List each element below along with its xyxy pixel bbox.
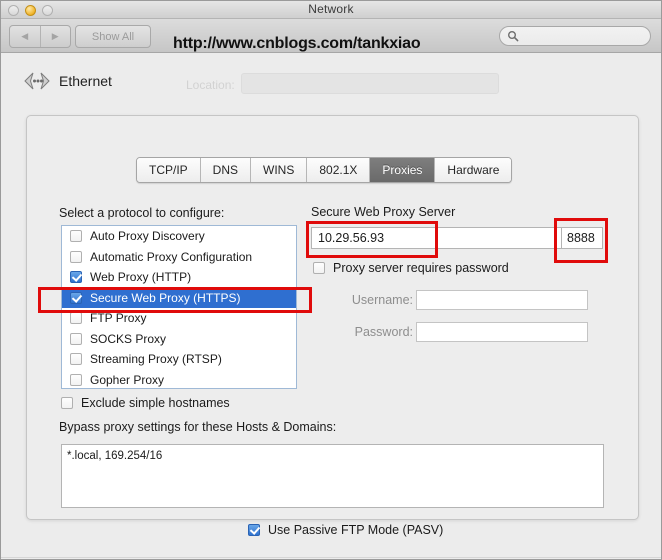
checkbox-gopher-proxy[interactable] xyxy=(70,373,82,386)
service-header: Ethernet xyxy=(23,71,112,91)
passive-ftp-label: Use Passive FTP Mode (PASV) xyxy=(268,523,444,537)
checkbox-streaming-proxy-rtsp[interactable] xyxy=(70,353,82,366)
ghost-location-value: Automatic xyxy=(249,78,303,92)
protocol-row-secure-web-proxy-https[interactable]: Secure Web Proxy (HTTPS) xyxy=(62,287,296,308)
proxy-server-heading: Secure Web Proxy Server xyxy=(311,205,456,219)
checkbox-ftp-proxy[interactable] xyxy=(70,312,82,325)
passive-ftp-row[interactable]: Use Passive FTP Mode (PASV) xyxy=(248,523,443,537)
protocol-label: Streaming Proxy (RTSP) xyxy=(90,352,222,367)
protocol-row-auto-proxy-discovery[interactable]: Auto Proxy Discovery xyxy=(62,226,296,247)
preferences-content: Location: Automatic Status: Connected Et… xyxy=(1,53,661,559)
window-title: Network xyxy=(308,2,354,16)
checkbox-socks-proxy[interactable] xyxy=(70,332,82,345)
checkbox-requires-password[interactable] xyxy=(313,262,325,274)
protocol-row-streaming-proxy-rtsp[interactable]: Streaming Proxy (RTSP) xyxy=(62,349,296,370)
password-label: Password: xyxy=(354,325,413,339)
protocol-label: Auto Proxy Discovery xyxy=(90,229,205,244)
protocol-label: Secure Web Proxy (HTTPS) xyxy=(90,290,241,305)
protocol-row-automatic-proxy-configuration[interactable]: Automatic Proxy Configuration xyxy=(62,247,296,268)
requires-password-label: Proxy server requires password xyxy=(333,261,509,275)
password-field[interactable] xyxy=(416,322,588,342)
search-input[interactable] xyxy=(524,27,642,47)
ghost-location-label: Location: xyxy=(186,78,235,92)
protocol-label: Web Proxy (HTTP) xyxy=(90,270,192,285)
back-icon[interactable]: ◀ xyxy=(10,26,41,47)
tab-proxies[interactable]: Proxies xyxy=(370,158,436,182)
forward-icon[interactable]: ▶ xyxy=(41,26,71,47)
search-field[interactable] xyxy=(499,26,651,47)
url-watermark-text: http://www.cnblogs.com/tankxiao xyxy=(173,35,421,52)
protocol-row-web-proxy-http[interactable]: Web Proxy (HTTP) xyxy=(62,267,296,288)
protocol-row-gopher-proxy[interactable]: Gopher Proxy xyxy=(62,370,296,389)
network-preferences-window: Network ◀ ▶ Show All http://www.cnblogs.… xyxy=(0,0,662,560)
protocol-list[interactable]: Auto Proxy Discovery Automatic Proxy Con… xyxy=(61,225,297,389)
protocol-label: FTP Proxy xyxy=(90,311,147,326)
checkbox-passive-ftp[interactable] xyxy=(248,524,260,536)
bypass-heading: Bypass proxy settings for these Hosts & … xyxy=(59,420,337,434)
tab-tcpip[interactable]: TCP/IP xyxy=(137,158,201,182)
ethernet-icon xyxy=(24,72,50,90)
ghost-location-popup xyxy=(241,73,499,94)
protocol-label: Automatic Proxy Configuration xyxy=(90,249,253,264)
tab-wins[interactable]: WINS xyxy=(251,158,308,182)
tab-hardware[interactable]: Hardware xyxy=(435,158,512,182)
proxy-host-field[interactable]: 10.29.56.93 xyxy=(311,227,565,249)
bypass-hosts-textarea[interactable]: *.local, 169.254/16 xyxy=(61,444,604,508)
protocol-label: SOCKS Proxy xyxy=(90,331,167,346)
proxy-port-field[interactable]: 8888 xyxy=(561,227,603,249)
checkbox-auto-proxy-discovery[interactable] xyxy=(70,230,82,243)
tab-dns[interactable]: DNS xyxy=(200,158,252,182)
checkbox-exclude-simple-hostnames[interactable] xyxy=(61,397,73,409)
checkbox-web-proxy-http[interactable] xyxy=(70,271,82,284)
protocol-list-heading: Select a protocol to configure: xyxy=(59,206,225,220)
checkbox-secure-web-proxy-https[interactable] xyxy=(70,291,82,304)
footer-divider xyxy=(1,557,661,558)
navigation-buttons[interactable]: ◀ ▶ xyxy=(9,25,71,48)
protocol-label: Gopher Proxy xyxy=(90,372,165,387)
username-label: Username: xyxy=(351,293,413,307)
exclude-simple-hostnames-row[interactable]: Exclude simple hostnames xyxy=(61,396,230,410)
protocol-row-socks-proxy[interactable]: SOCKS Proxy xyxy=(62,329,296,350)
toolbar: ◀ ▶ Show All http://www.cnblogs.com/tank… xyxy=(1,19,661,53)
username-field[interactable] xyxy=(416,290,588,310)
requires-password-row[interactable]: Proxy server requires password xyxy=(313,261,509,275)
exclude-simple-hostnames-label: Exclude simple hostnames xyxy=(81,396,230,410)
service-name: Ethernet xyxy=(59,73,112,89)
tab-8021x[interactable]: 802.1X xyxy=(307,158,371,182)
search-icon xyxy=(508,31,519,42)
show-all-button[interactable]: Show All xyxy=(75,25,151,48)
title-bar: Network xyxy=(1,1,661,19)
settings-tabs[interactable]: TCP/IP DNS WINS 802.1X Proxies Hardware xyxy=(136,157,513,183)
checkbox-automatic-proxy-configuration[interactable] xyxy=(70,250,82,263)
protocol-row-ftp-proxy[interactable]: FTP Proxy xyxy=(62,308,296,329)
